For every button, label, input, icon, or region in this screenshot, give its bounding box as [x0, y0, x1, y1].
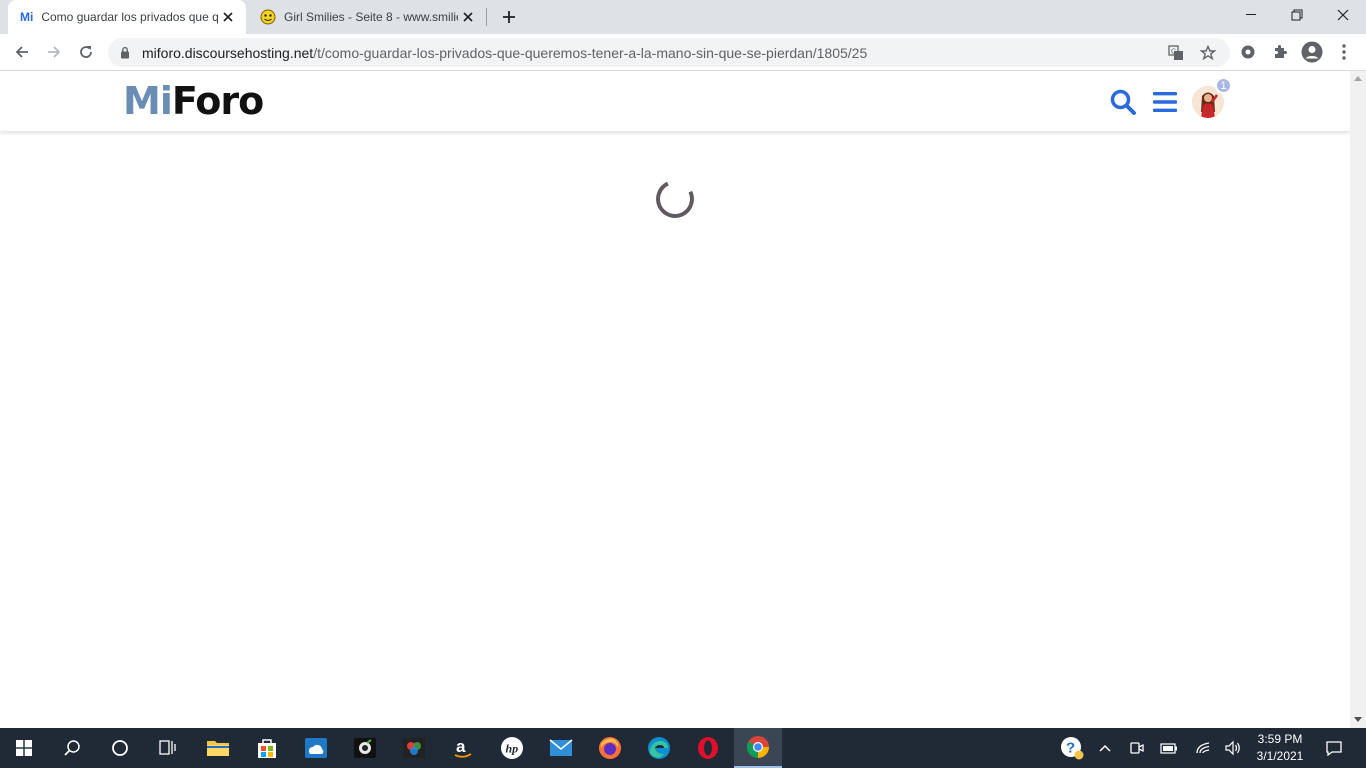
- scroll-down-icon[interactable]: [1354, 717, 1362, 722]
- translate-icon[interactable]: G: [1166, 43, 1186, 63]
- windows-logo-icon: [16, 740, 32, 756]
- search-button[interactable]: [1108, 87, 1138, 117]
- close-tab-icon[interactable]: [218, 7, 238, 27]
- taskbar-clock[interactable]: 3:59 PM 3/1/2021: [1244, 731, 1316, 765]
- vertical-scrollbar[interactable]: [1350, 71, 1366, 728]
- url-path: /t/como-guardar-los-privados-que-queremo…: [313, 44, 868, 61]
- windows-taskbar: a hp ? 3:59 PM 3/1/2021: [0, 728, 1366, 768]
- webcam-icon: [354, 738, 376, 758]
- close-tab-icon[interactable]: [458, 7, 478, 27]
- reload-button[interactable]: [72, 38, 100, 66]
- site-logo[interactable]: MiForo: [123, 79, 264, 123]
- firefox-button[interactable]: [586, 728, 634, 768]
- notification-badge[interactable]: 1: [1215, 77, 1232, 94]
- restore-button[interactable]: [1274, 0, 1320, 30]
- store-bag-icon: [258, 739, 276, 758]
- url-host: miforo.discoursehosting.net: [142, 44, 314, 61]
- opera-icon: [698, 737, 718, 759]
- scroll-up-icon[interactable]: [1354, 76, 1362, 81]
- restore-icon: [1291, 9, 1303, 21]
- tab-miforo[interactable]: Mi Como guardar los privados que queremo…: [8, 0, 246, 34]
- plus-icon: [503, 11, 515, 23]
- mail-envelope-icon: [549, 739, 573, 756]
- close-window-button[interactable]: [1320, 0, 1366, 30]
- taskbar-search-button[interactable]: [48, 728, 96, 768]
- weather-app-button[interactable]: [292, 728, 340, 768]
- help-tray-icon[interactable]: ?: [1056, 728, 1088, 768]
- back-button[interactable]: [8, 38, 36, 66]
- amazon-button[interactable]: a: [439, 728, 487, 768]
- amazon-icon: a: [454, 737, 472, 758]
- task-view-button[interactable]: [144, 728, 192, 768]
- reload-icon: [80, 46, 92, 58]
- lock-icon[interactable]: [120, 46, 132, 60]
- extensions-puzzle-icon[interactable]: [1268, 40, 1292, 64]
- tab-title: Girl Smilies - Seite 8 - www.smilies.4-u…: [284, 10, 458, 24]
- photo-color-icon: [403, 738, 425, 758]
- tab-strip: Mi Como guardar los privados que queremo…: [0, 0, 1366, 34]
- svg-text:G: G: [1171, 49, 1176, 56]
- file-explorer-button[interactable]: [194, 728, 242, 768]
- wifi-icon[interactable]: [1192, 728, 1214, 768]
- weather-icon: [305, 738, 327, 758]
- hp-logo-icon: hp: [501, 737, 523, 759]
- hp-app-button[interactable]: hp: [488, 728, 536, 768]
- meet-now-icon[interactable]: [1126, 728, 1148, 768]
- new-tab-button[interactable]: [498, 6, 520, 28]
- svg-text:?: ?: [1066, 740, 1075, 757]
- forward-arrow-icon: [48, 46, 61, 58]
- back-arrow-icon: [15, 46, 28, 58]
- clock-date: 3/1/2021: [1256, 749, 1304, 763]
- hamburger-icon: [1153, 92, 1177, 112]
- extension-icon[interactable]: [1236, 40, 1260, 64]
- smiley-icon: [260, 9, 276, 25]
- chrome-icon: [747, 736, 769, 758]
- site-header: MiForo 1: [0, 71, 1350, 131]
- miforo-favicon: Mi: [20, 10, 34, 24]
- profile-icon[interactable]: [1300, 40, 1324, 64]
- camera-app-button[interactable]: [341, 728, 389, 768]
- forward-button[interactable]: [40, 38, 68, 66]
- search-icon: [64, 740, 80, 756]
- action-center-icon[interactable]: [1320, 728, 1348, 768]
- page-content: MiForo 1: [0, 71, 1350, 728]
- logo-foro: Foro: [171, 79, 264, 123]
- close-icon: [1337, 9, 1349, 21]
- minimize-button[interactable]: [1228, 0, 1274, 30]
- address-bar[interactable]: miforo.discoursehosting.net/t/como-guard…: [108, 38, 1230, 67]
- edge-icon: [648, 737, 670, 759]
- cortana-button[interactable]: [96, 728, 144, 768]
- logo-mi: Mi: [123, 79, 173, 123]
- bookmark-star-icon[interactable]: [1198, 43, 1218, 63]
- cortana-icon: [112, 740, 128, 756]
- firefox-icon: [599, 737, 621, 759]
- svg-text:a: a: [456, 737, 466, 756]
- tab-girl-smilies[interactable]: Girl Smilies - Seite 8 - www.smilies.4-u…: [248, 0, 486, 34]
- show-hidden-icons-chevron-icon[interactable]: [1094, 728, 1116, 768]
- task-view-icon: [159, 740, 176, 755]
- opera-button[interactable]: [684, 728, 732, 768]
- battery-icon[interactable]: [1158, 728, 1180, 768]
- url-text: miforo.discoursehosting.net/t/como-guard…: [142, 45, 867, 61]
- svg-text:hp: hp: [506, 742, 519, 756]
- loading-spinner: [650, 174, 700, 224]
- photo-app-button[interactable]: [390, 728, 438, 768]
- hamburger-menu-button[interactable]: [1150, 87, 1180, 117]
- search-icon: [1110, 89, 1136, 115]
- chrome-button[interactable]: [734, 728, 782, 768]
- tab-separator: [486, 8, 487, 26]
- tab-title: Como guardar los privados que queremos t…: [41, 10, 218, 24]
- chrome-menu-icon[interactable]: [1332, 40, 1356, 64]
- edge-button[interactable]: [635, 728, 683, 768]
- volume-icon[interactable]: [1222, 728, 1244, 768]
- folder-icon: [207, 741, 229, 756]
- clock-time: 3:59 PM: [1257, 732, 1303, 746]
- microsoft-store-button[interactable]: [243, 728, 291, 768]
- start-button[interactable]: [0, 728, 48, 768]
- mail-app-button[interactable]: [537, 728, 585, 768]
- minimize-icon: [1246, 14, 1256, 15]
- browser-toolbar: miforo.discoursehosting.net/t/como-guard…: [0, 34, 1366, 71]
